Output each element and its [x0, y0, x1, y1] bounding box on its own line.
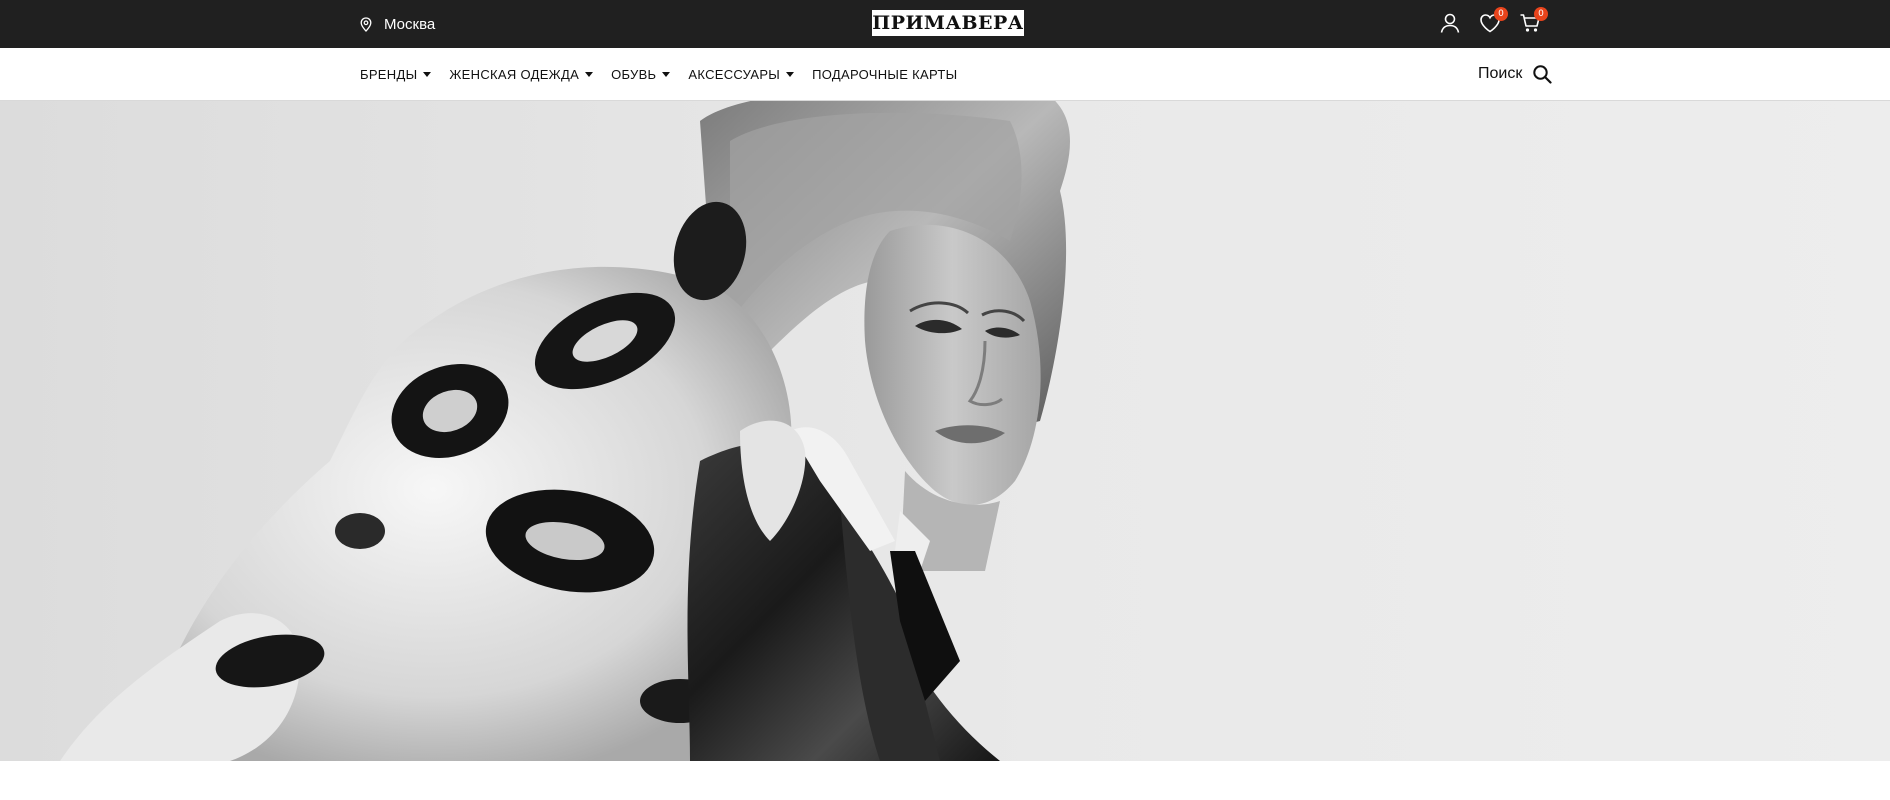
- nav-item-accessories[interactable]: АКСЕССУАРЫ: [688, 66, 795, 82]
- main-navigation: БРЕНДЫ ЖЕНСКАЯ ОДЕЖДА ОБУВЬ АКСЕССУАРЫ П…: [0, 48, 1890, 101]
- nav-item-gift-cards[interactable]: ПОДАРОЧНЫЕ КАРТЫ: [812, 67, 957, 82]
- hero-fashion-photo: [0, 101, 1890, 761]
- cart-button[interactable]: 0: [1517, 7, 1548, 36]
- hero-banner[interactable]: [0, 101, 1890, 761]
- caret-down-icon: [662, 71, 671, 77]
- nav-item-label: ЖЕНСКАЯ ОДЕЖДА: [449, 66, 580, 82]
- user-icon: [1440, 13, 1460, 33]
- nav-item-womens-clothing[interactable]: ЖЕНСКАЯ ОДЕЖДА: [449, 66, 594, 82]
- nav-item-label: АКСЕССУАРЫ: [688, 66, 781, 82]
- wishlist-button[interactable]: 0: [1477, 7, 1508, 36]
- nav-menu: БРЕНДЫ ЖЕНСКАЯ ОДЕЖДА ОБУВЬ АКСЕССУАРЫ П…: [360, 48, 957, 100]
- site-logo[interactable]: ПРИМАВЕРА: [872, 10, 1024, 36]
- city-selector[interactable]: Москва: [360, 12, 435, 36]
- top-bar: Москва ПРИМАВЕРА 0 0: [0, 0, 1890, 48]
- nav-item-label: БРЕНДЫ: [360, 66, 418, 82]
- caret-down-icon: [786, 71, 795, 77]
- nav-item-label: ОБУВЬ: [611, 66, 657, 82]
- search-icon: [1533, 65, 1552, 84]
- city-label: Москва: [384, 15, 436, 33]
- caret-down-icon: [585, 71, 594, 77]
- nav-item-label: ПОДАРОЧНЫЕ КАРТЫ: [812, 66, 958, 82]
- caret-down-icon: [423, 71, 432, 77]
- location-pin-icon: [360, 16, 372, 32]
- nav-item-brands[interactable]: БРЕНДЫ: [360, 66, 432, 82]
- nav-item-shoes[interactable]: ОБУВЬ: [611, 66, 671, 82]
- wishlist-count-badge: 0: [1494, 7, 1508, 21]
- account-button[interactable]: [1437, 10, 1463, 36]
- search-label: Поиск: [1478, 65, 1523, 82]
- search-button[interactable]: Поиск: [1478, 62, 1552, 86]
- cart-count-badge: 0: [1534, 7, 1548, 21]
